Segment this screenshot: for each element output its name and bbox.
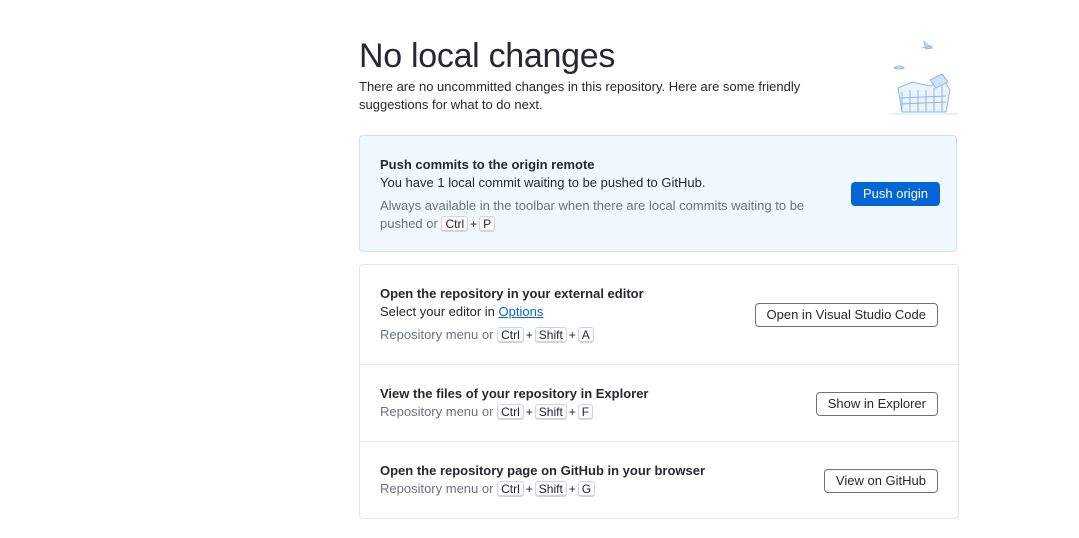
shortcut-key: Shift xyxy=(534,327,567,343)
push-title: Push commits to the origin remote xyxy=(380,157,595,172)
explorer-hint: Repository menu or Ctrl + Shift + F xyxy=(380,403,649,421)
options-link[interactable]: Options xyxy=(499,304,544,319)
open-in-editor-button[interactable]: Open in Visual Studio Code xyxy=(754,303,938,327)
editor-description: Select your editor in Options xyxy=(380,303,644,321)
github-hint: Repository menu or Ctrl + Shift + G xyxy=(380,480,705,498)
page-title: No local changes xyxy=(359,37,616,75)
shortcut-plus: + xyxy=(525,482,533,496)
editor-hint: Repository menu or Ctrl + Shift + A xyxy=(380,326,644,344)
shortcut-key: P xyxy=(479,216,496,232)
push-origin-button[interactable]: Push origin xyxy=(851,182,941,206)
push-description: You have 1 local commit waiting to be pu… xyxy=(380,175,706,190)
shortcut-key: Ctrl xyxy=(497,327,524,343)
shortcut-key: F xyxy=(577,404,594,420)
github-title: Open the repository page on GitHub in yo… xyxy=(380,463,706,478)
editor-suggestion-row: Open the repository in your external edi… xyxy=(360,265,958,364)
explorer-title: View the files of your repository in Exp… xyxy=(380,386,649,401)
explorer-suggestion-row: View the files of your repository in Exp… xyxy=(360,364,958,442)
view-on-github-button[interactable]: View on GitHub xyxy=(823,469,938,493)
shortcut-key: Ctrl xyxy=(497,481,524,497)
shortcut-key: Shift xyxy=(534,481,567,497)
no-changes-header: No local changes There are no uncommitte… xyxy=(359,34,959,114)
github-hint-text: Repository menu or xyxy=(380,481,494,496)
editor-description-text: Select your editor in xyxy=(380,304,495,319)
explorer-hint-text: Repository menu or xyxy=(380,404,494,419)
github-suggestion-row: Open the repository page on GitHub in yo… xyxy=(360,441,958,519)
shortcut-plus: + xyxy=(525,405,533,419)
editor-hint-text: Repository menu or xyxy=(380,327,494,342)
push-suggestion-card: Push commits to the origin remote You ha… xyxy=(359,135,957,252)
push-hint: Always available in the toolbar when the… xyxy=(380,197,820,233)
suggestions-card: Open the repository in your external edi… xyxy=(359,264,959,519)
shortcut-plus: + xyxy=(568,328,576,342)
show-in-explorer-button[interactable]: Show in Explorer xyxy=(815,392,938,416)
shortcut-plus: + xyxy=(525,328,533,342)
shortcut-plus: + xyxy=(568,482,576,496)
shortcut-key: Ctrl xyxy=(441,216,469,232)
shortcut-key: Ctrl xyxy=(497,404,524,420)
shortcut-plus: + xyxy=(568,405,576,419)
shortcut-key: Shift xyxy=(534,404,567,420)
editor-title: Open the repository in your external edi… xyxy=(380,286,644,301)
shortcut-key: G xyxy=(577,481,596,497)
empty-state-illustration-icon xyxy=(890,40,958,115)
page-subtitle: There are no uncommitted changes in this… xyxy=(359,79,801,112)
shortcut-key: A xyxy=(577,327,594,343)
shortcut-plus: + xyxy=(470,217,478,231)
